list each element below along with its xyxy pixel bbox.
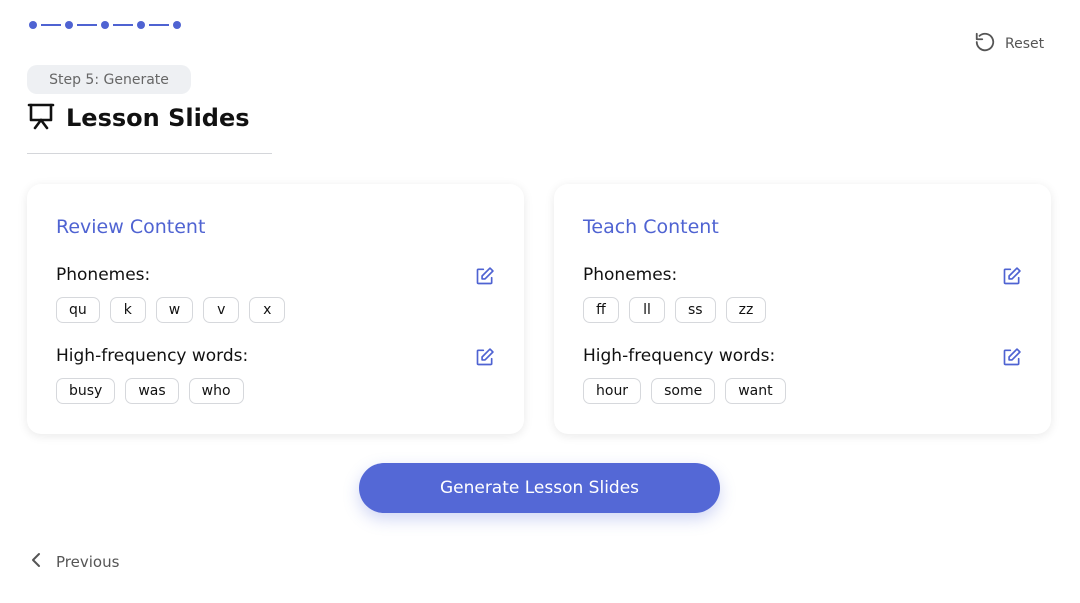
teach-card-title: Teach Content: [583, 216, 719, 238]
word-chip: who: [188, 378, 244, 404]
phoneme-chip: k: [109, 297, 146, 323]
edit-teach-hfw-icon[interactable]: [1002, 347, 1022, 367]
title-divider: [27, 153, 272, 154]
chevron-left-icon: [29, 550, 45, 574]
reset-button[interactable]: Reset: [974, 31, 1044, 57]
step-dot: [137, 21, 145, 29]
step-connector: [113, 24, 133, 26]
teach-phonemes-list: ff ll ss zz: [583, 297, 776, 323]
review-hfw-label: High-frequency words:: [56, 346, 249, 366]
review-phonemes-label: Phonemes:: [56, 265, 151, 285]
edit-review-hfw-icon[interactable]: [475, 347, 495, 367]
teach-hfw-label: High-frequency words:: [583, 346, 776, 366]
word-chip: was: [125, 378, 179, 404]
word-chip: busy: [56, 378, 116, 404]
step-dot: [173, 21, 181, 29]
step-connector: [149, 24, 169, 26]
reset-label: Reset: [1005, 36, 1045, 52]
previous-button[interactable]: Previous: [29, 550, 119, 574]
phoneme-chip: zz: [725, 297, 767, 323]
page-title: Lesson Slides: [66, 104, 250, 132]
phoneme-chip: x: [249, 297, 286, 323]
step-dot: [65, 21, 73, 29]
step-connector: [77, 24, 97, 26]
step-badge: Step 5: Generate: [27, 65, 191, 94]
teach-hfw-list: hour some want: [583, 378, 796, 404]
teach-phonemes-label: Phonemes:: [583, 265, 678, 285]
generate-lesson-slides-button[interactable]: Generate Lesson Slides: [359, 463, 720, 513]
page-header: Lesson Slides: [27, 101, 250, 135]
reset-icon: [974, 31, 996, 57]
word-chip: some: [651, 378, 716, 404]
review-card-title: Review Content: [56, 216, 206, 238]
phoneme-chip: v: [203, 297, 240, 323]
step-connector: [41, 24, 61, 26]
phoneme-chip: ll: [629, 297, 665, 323]
previous-label: Previous: [56, 553, 120, 571]
phoneme-chip: ss: [675, 297, 716, 323]
phoneme-chip: qu: [56, 297, 100, 323]
teach-content-card: Teach Content Phonemes: ff ll ss zz High…: [554, 184, 1051, 434]
edit-teach-phonemes-icon[interactable]: [1002, 266, 1022, 286]
review-content-card: Review Content Phonemes: qu k w v x High…: [27, 184, 524, 434]
review-phonemes-list: qu k w v x: [56, 297, 295, 323]
presentation-icon: [27, 101, 55, 135]
phoneme-chip: w: [155, 297, 194, 323]
word-chip: want: [725, 378, 786, 404]
progress-stepper: [29, 21, 181, 29]
step-dot: [101, 21, 109, 29]
phoneme-chip: ff: [583, 297, 619, 323]
step-dot: [29, 21, 37, 29]
edit-review-phonemes-icon[interactable]: [475, 266, 495, 286]
review-hfw-list: busy was who: [56, 378, 254, 404]
word-chip: hour: [583, 378, 642, 404]
